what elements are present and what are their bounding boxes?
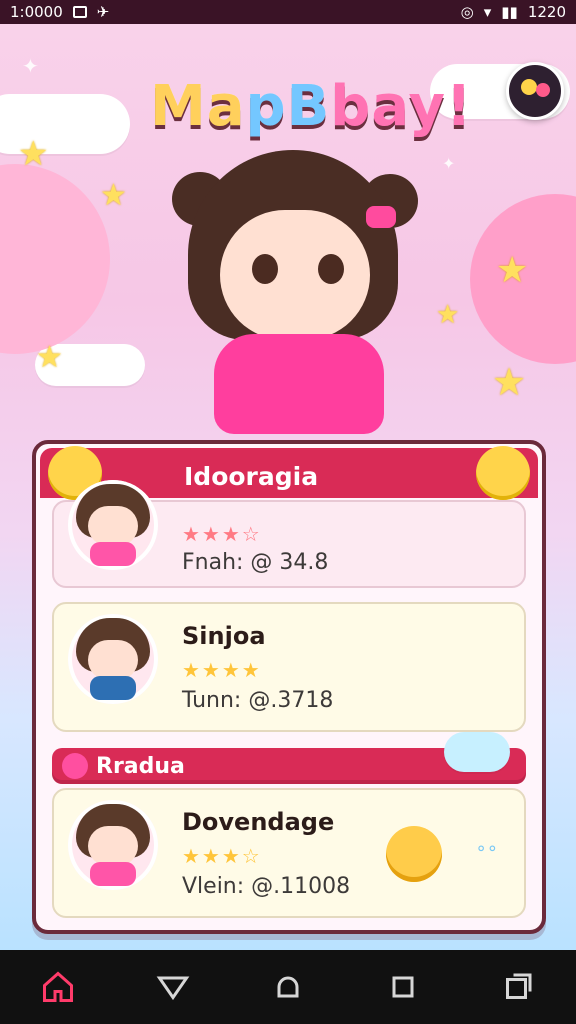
notification-icon xyxy=(72,6,87,18)
rating-stars: ★★★☆ xyxy=(182,844,262,868)
star-icon: ★ xyxy=(492,360,527,404)
sparkle-icon: ✦ xyxy=(22,54,39,78)
item-name: Dovendage xyxy=(182,808,335,836)
rating-stars: ★★★☆ xyxy=(182,522,262,546)
pink-blob-decor xyxy=(0,164,110,354)
nav-home-button[interactable] xyxy=(35,964,81,1010)
status-right: ◎ ▾ ▮▮ 1220 xyxy=(461,3,566,21)
character-list-card: Idooragia ★★★☆ Fnah: @ 34.8 Sinjoa ★★★★ … xyxy=(32,440,546,934)
status-bar: 1:0000 ✈ ◎ ▾ ▮▮ 1220 xyxy=(0,0,576,24)
send-icon xyxy=(156,976,190,1001)
avatar-face xyxy=(88,826,138,866)
hero-eye-right xyxy=(318,254,344,284)
item-meta: Tunn: @.3718 xyxy=(182,688,334,713)
star-icon: ★ xyxy=(100,178,127,213)
app-title-part-1: Ma xyxy=(150,74,246,139)
sparkle-icon: ✦ xyxy=(442,154,456,173)
status-right-text: 1220 xyxy=(527,3,566,21)
card-title: Idooragia xyxy=(184,462,319,491)
bubbles-icon: ∘∘ xyxy=(475,838,498,859)
character-avatar xyxy=(68,800,158,890)
cloud-icon xyxy=(444,732,510,772)
nav-window-button[interactable] xyxy=(495,964,541,1010)
avatar-accent-icon xyxy=(536,83,550,97)
hero-eye-left xyxy=(252,254,278,284)
section-title: Rradua xyxy=(96,754,185,779)
profile-button[interactable] xyxy=(506,62,564,120)
hero-bow xyxy=(366,206,396,228)
status-left: 1:0000 ✈ xyxy=(10,3,109,21)
cell-icon: ▮▮ xyxy=(501,3,518,21)
star-icon: ★ xyxy=(18,134,49,174)
nav-circle-button[interactable] xyxy=(265,964,311,1010)
avatar-shirt xyxy=(90,676,136,700)
character-avatar xyxy=(68,614,158,704)
star-icon: ★ xyxy=(436,300,460,330)
nav-send-button[interactable] xyxy=(150,964,196,1010)
app-title-part-2: pB xyxy=(245,74,331,139)
avatar-face xyxy=(88,640,138,680)
heart-icon xyxy=(62,753,88,779)
list-item[interactable]: Dovendage ★★★☆ Vlein: @.11008 ∘∘ xyxy=(52,788,526,918)
alarm-icon: ◎ xyxy=(460,3,474,21)
avatar-icon xyxy=(521,79,537,95)
hero-body xyxy=(214,334,384,434)
home-icon xyxy=(42,971,73,1002)
item-name: Sinjoa xyxy=(182,622,266,650)
nav-square-button[interactable] xyxy=(380,964,426,1010)
avatar-face xyxy=(88,506,138,546)
wifi-icon: ▾ xyxy=(483,3,492,21)
status-time: 1:0000 xyxy=(10,3,63,21)
pet-icon xyxy=(386,826,442,882)
app-title-part-3: bay! xyxy=(330,74,473,139)
list-item[interactable]: ★★★☆ Fnah: @ 34.8 xyxy=(52,480,526,588)
item-meta: Fnah: @ 34.8 xyxy=(182,550,329,575)
star-icon: ★ xyxy=(36,340,63,375)
avatar-shirt xyxy=(90,542,136,566)
main-scene: ✦ ✦ ★ ★ ★ ★ ★ ★ MapBbay! Idooragia ★★★☆ … xyxy=(0,24,576,950)
smiley-star-icon xyxy=(476,446,530,500)
list-item[interactable]: Sinjoa ★★★★ Tunn: @.3718 xyxy=(52,602,526,732)
square-icon xyxy=(392,976,414,998)
hero-face xyxy=(220,210,370,340)
app-title: MapBbay! xyxy=(150,74,473,139)
section-ribbon: Rradua xyxy=(52,732,526,784)
item-meta: Vlein: @.11008 xyxy=(182,874,351,899)
star-icon: ★ xyxy=(496,250,529,291)
circle-icon xyxy=(277,976,299,998)
avatar-shirt xyxy=(90,862,136,886)
rating-stars: ★★★★ xyxy=(182,658,262,682)
signal-icon: ✈ xyxy=(96,3,110,21)
bottom-navigation xyxy=(0,950,576,1024)
hero-character xyxy=(170,144,430,434)
window-icon xyxy=(506,973,532,999)
character-avatar xyxy=(68,480,158,570)
